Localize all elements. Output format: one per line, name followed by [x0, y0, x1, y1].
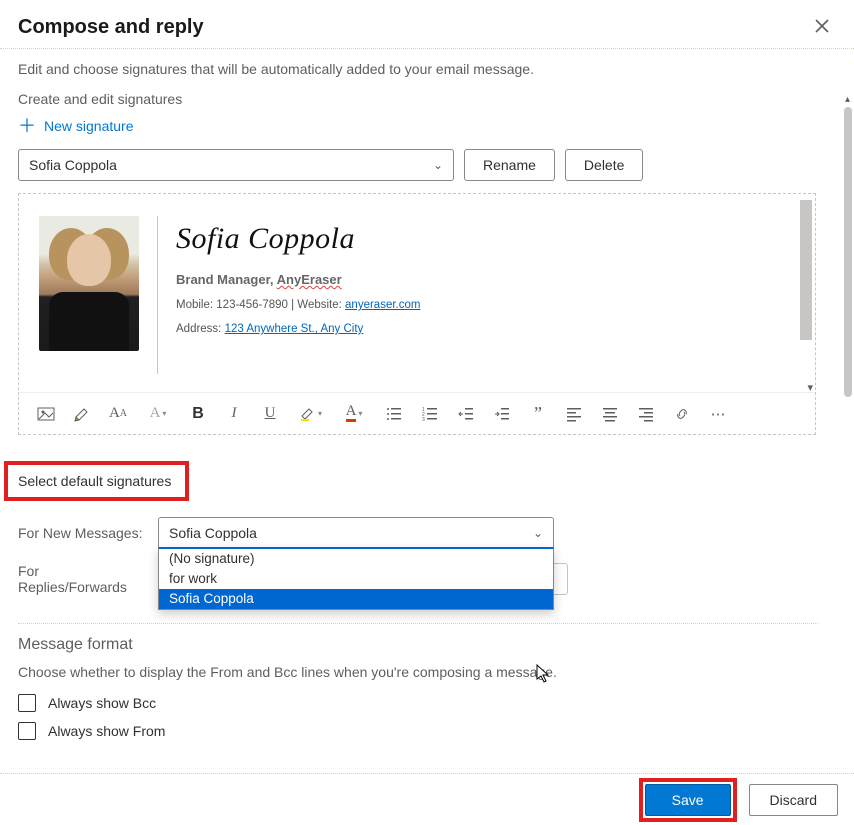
chevron-down-icon: ⌄	[433, 158, 443, 172]
intro-text: Edit and choose signatures that will be …	[18, 61, 814, 77]
replies-label: For Replies/Forwards	[18, 563, 148, 595]
italic-icon[interactable]: I	[223, 403, 245, 425]
plus-icon: ＋	[18, 117, 36, 135]
image-icon[interactable]	[35, 403, 57, 425]
dropdown-option-no-signature[interactable]: (No signature)	[159, 549, 553, 569]
align-center-icon[interactable]	[599, 403, 621, 425]
format-toolbar: AA A B I U A 123 ” ⋯	[19, 392, 815, 434]
always-show-from-label: Always show From	[48, 723, 165, 739]
bullets-icon[interactable]	[383, 403, 405, 425]
font-size-icon[interactable]: A	[143, 403, 173, 425]
new-messages-value: Sofia Coppola	[169, 525, 257, 541]
cursor-icon	[536, 664, 552, 684]
create-edit-label: Create and edit signatures	[18, 91, 814, 107]
bold-icon[interactable]: B	[187, 403, 209, 425]
signature-name: Sofia Coppola	[176, 222, 795, 256]
signature-select[interactable]: Sofia Coppola ⌄	[18, 149, 454, 181]
scroll-up-arrow[interactable]: ▴	[845, 94, 850, 105]
always-show-from-checkbox[interactable]	[18, 722, 36, 740]
signature-title: Brand Manager, AnyEraser	[176, 272, 795, 287]
more-icon[interactable]: ⋯	[707, 403, 729, 425]
chevron-down-icon: ⌄	[533, 526, 543, 540]
save-highlight: Save	[639, 778, 737, 822]
font-color-icon[interactable]: A	[339, 403, 369, 425]
indent-icon[interactable]	[491, 403, 513, 425]
align-right-icon[interactable]	[635, 403, 657, 425]
message-format-sub: Choose whether to display the From and B…	[18, 664, 814, 680]
signature-editor[interactable]: Sofia Coppola Brand Manager, AnyEraser M…	[18, 193, 816, 435]
align-left-icon[interactable]	[563, 403, 585, 425]
settings-body: ▴ Edit and choose signatures that will b…	[0, 49, 854, 779]
new-messages-label: For New Messages:	[18, 525, 148, 541]
new-signature-button[interactable]: ＋ New signature	[18, 117, 134, 135]
signature-photo	[39, 216, 139, 351]
signature-dropdown[interactable]: (No signature) for work Sofia Coppola	[158, 547, 554, 610]
signature-contact: Mobile: 123-456-7890 | Website: anyerase…	[176, 299, 795, 311]
address-link[interactable]: 123 Anywhere St., Any City	[225, 323, 364, 335]
always-show-bcc-label: Always show Bcc	[48, 695, 156, 711]
underline-icon[interactable]: U	[259, 403, 281, 425]
page-scrollbar[interactable]	[844, 107, 852, 397]
font-case-icon[interactable]: AA	[107, 403, 129, 425]
footer-bar: Save Discard	[0, 773, 854, 825]
save-button[interactable]: Save	[645, 784, 731, 816]
delete-button[interactable]: Delete	[565, 149, 643, 181]
outdent-icon[interactable]	[455, 403, 477, 425]
default-signatures-heading: Select default signatures	[4, 461, 189, 501]
page-title: Compose and reply	[18, 16, 204, 39]
paint-icon[interactable]	[71, 403, 93, 425]
link-icon[interactable]	[671, 403, 693, 425]
new-messages-select[interactable]: Sofia Coppola ⌄	[158, 517, 554, 549]
discard-button[interactable]: Discard	[749, 784, 838, 816]
section-divider	[18, 623, 818, 624]
rename-button[interactable]: Rename	[464, 149, 555, 181]
quote-icon[interactable]: ”	[527, 403, 549, 425]
numbering-icon[interactable]: 123	[419, 403, 441, 425]
dropdown-option-for-work[interactable]: for work	[159, 569, 553, 589]
editor-scroll-down[interactable]: ▾	[807, 381, 813, 394]
signature-select-value: Sofia Coppola	[29, 157, 117, 173]
dropdown-option-sofia[interactable]: Sofia Coppola	[159, 589, 553, 609]
message-format-title: Message format	[18, 636, 814, 654]
editor-scrollbar[interactable]	[800, 200, 812, 340]
close-icon	[814, 18, 830, 34]
highlight-icon[interactable]	[295, 403, 325, 425]
close-button[interactable]	[808, 10, 836, 44]
website-link[interactable]: anyeraser.com	[345, 299, 420, 311]
new-signature-label: New signature	[44, 118, 134, 134]
always-show-bcc-checkbox[interactable]	[18, 694, 36, 712]
signature-address: Address: 123 Anywhere St., Any City	[176, 323, 795, 335]
svg-text:3: 3	[422, 417, 425, 423]
